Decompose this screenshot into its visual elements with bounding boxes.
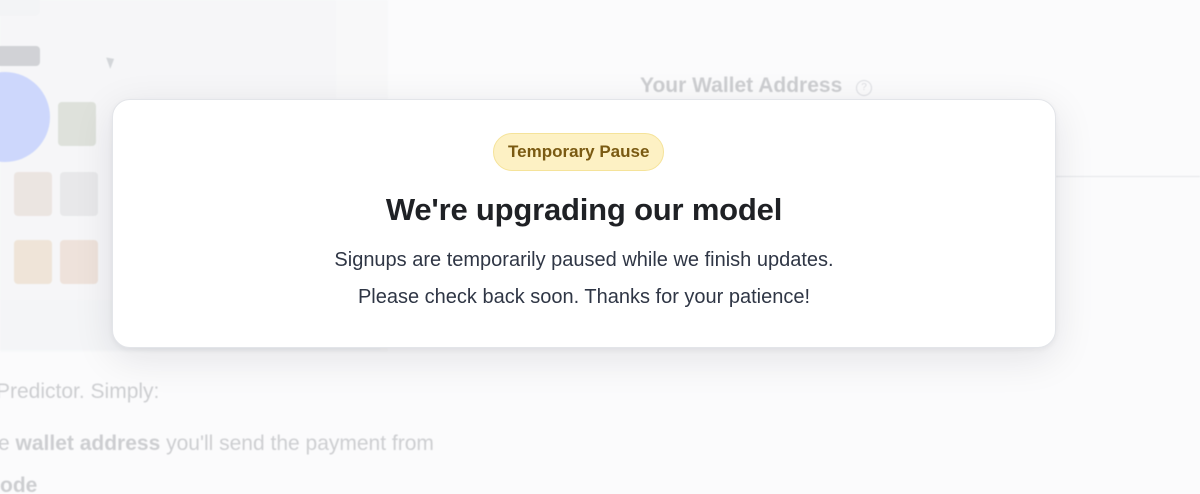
question-circle-icon[interactable]: ? [856, 80, 872, 96]
wallet-section-title: Your Wallet Address [640, 74, 843, 97]
grid-tile [60, 172, 98, 216]
app-stage: Your Wallet Address ? Predictor. Simply:… [0, 0, 1200, 494]
modal-title: We're upgrading our model [385, 192, 783, 227]
grid-tile [14, 172, 52, 216]
maintenance-modal: Temporary Pause We're upgrading our mode… [112, 99, 1056, 348]
step-1-suffix: you'll send the payment from [160, 432, 434, 455]
instruction-step-1: e wallet address you'll send the payment… [0, 432, 434, 456]
instruction-step-2: ode [0, 474, 38, 494]
modal-message-line-2: Please check back soon. Thanks for your … [357, 286, 811, 308]
intro-text: Predictor. Simply: [0, 380, 160, 403]
grid-tile [60, 240, 98, 284]
top-pill-button [0, 0, 40, 16]
grid-tile [14, 240, 52, 284]
step-1-prefix: e [0, 432, 10, 455]
grid-tile [58, 102, 96, 146]
divider [1056, 176, 1200, 177]
small-dark-button [0, 46, 40, 66]
status-badge: Temporary Pause [493, 133, 665, 171]
modal-message-line-1: Signups are temporarily paused while we … [334, 249, 834, 271]
image-grid [0, 100, 104, 300]
step-1-bold: wallet address [15, 432, 161, 455]
